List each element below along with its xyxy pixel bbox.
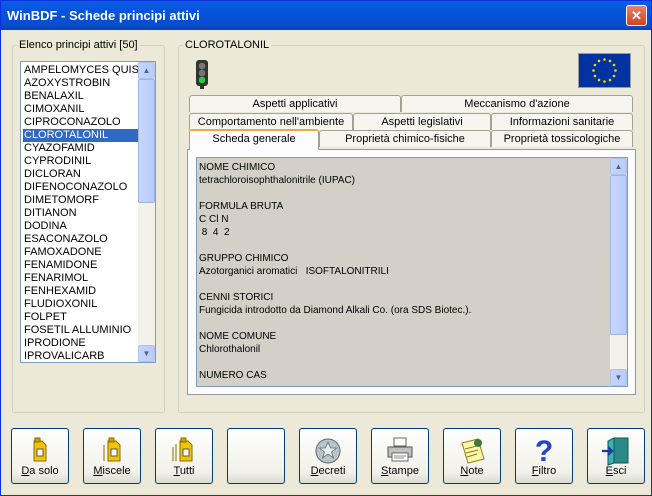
list-item[interactable]: FLUDIOXONIL	[23, 298, 138, 311]
list-item[interactable]: DITIANON	[23, 207, 138, 220]
list-item[interactable]: CYAZOFAMID	[23, 142, 138, 155]
list-group-legend: Elenco principi attivi [50]	[19, 39, 138, 51]
tab-propriet-tossicologiche[interactable]: Proprietà tossicologiche	[491, 130, 633, 147]
close-button[interactable]: ✕	[626, 5, 647, 26]
list-item[interactable]: AMPELOMYCES QUISQ	[23, 64, 138, 77]
scroll-up-button[interactable]: ▲	[138, 62, 155, 79]
list-item[interactable]: CLOROTALONIL	[23, 129, 138, 142]
note-button[interactable]: Note	[443, 428, 501, 484]
tab-propriet-chimico-fisiche[interactable]: Proprietà chimico-fisiche	[319, 130, 491, 147]
list-item[interactable]: FENARIMOL	[23, 272, 138, 285]
list-item[interactable]: DICLORAN	[23, 168, 138, 181]
list-item[interactable]: FOLPET	[23, 311, 138, 324]
list-item[interactable]: CIPROCONAZOLO	[23, 116, 138, 129]
active-ingredient-list[interactable]: AMPELOMYCES QUISQ AZOXYSTROBIN BENALAXIL CI…	[20, 61, 156, 363]
list-item[interactable]: IPRODIONE	[23, 337, 138, 350]
info-text: NOME CHIMICO tetrachloroisophthalonitril…	[199, 162, 472, 381]
info-textarea[interactable]: NOME CHIMICO tetrachloroisophthalonitril…	[196, 157, 628, 387]
list-item[interactable]: AZOXYSTROBIN	[23, 77, 138, 90]
list-item[interactable]: DIMETOMORF	[23, 194, 138, 207]
scroll-thumb[interactable]	[138, 79, 155, 203]
list-item[interactable]: CYPRODINIL	[23, 155, 138, 168]
tab-comportamento-nell-ambiente[interactable]: Comportamento nell'ambiente	[189, 113, 353, 130]
miscele-button[interactable]: Miscele	[83, 428, 141, 484]
empty-button[interactable]	[227, 428, 285, 484]
decreti-button[interactable]: Decreti	[299, 428, 357, 484]
list-item[interactable]: FAMOXADONE	[23, 246, 138, 259]
toolbar-button-label: Stampe	[381, 465, 419, 477]
eu-flag-icon	[578, 53, 631, 88]
toolbar-button-label: Miscele	[93, 465, 131, 477]
info-scrollbar[interactable]: ▲ ▼	[610, 158, 627, 386]
tutti-button[interactable]: Tutti	[155, 428, 213, 484]
detail-group-legend: CLOROTALONIL	[185, 39, 270, 51]
app-window: WinBDF - Schede principi attivi ✕ Elenco…	[0, 0, 652, 496]
list-item[interactable]: FOSETIL ALLUMINIO	[23, 324, 138, 337]
tab-informazioni-sanitarie[interactable]: Informazioni sanitarie	[491, 113, 633, 130]
list-item[interactable]: CIMOXANIL	[23, 103, 138, 116]
list-item[interactable]: BENALAXIL	[23, 90, 138, 103]
filtro-button[interactable]: ? Filtro	[515, 428, 573, 484]
list-item[interactable]: ESACONAZOLO	[23, 233, 138, 246]
info-scroll-thumb[interactable]	[610, 175, 627, 335]
window-title: WinBDF - Schede principi attivi	[7, 8, 200, 23]
tab-aspetti-applicativi[interactable]: Aspetti applicativi	[189, 95, 401, 112]
list-item[interactable]: IPROVALICARB	[23, 350, 138, 362]
toolbar-button-label: Decreti	[310, 465, 346, 477]
toolbar-button-label: Filtro	[531, 465, 557, 477]
list-scrollbar[interactable]: ▲ ▼	[138, 62, 155, 362]
toolbar-button-label: Tutti	[173, 465, 195, 477]
esci-button[interactable]: Esci	[587, 428, 645, 484]
stampe-button[interactable]: Stampe	[371, 428, 429, 484]
title-bar[interactable]: WinBDF - Schede principi attivi ✕	[1, 1, 651, 30]
traffic-light-icon	[196, 60, 208, 89]
toolbar-button-label: Esci	[605, 465, 627, 477]
list-item[interactable]: FENAMIDONE	[23, 259, 138, 272]
list-item[interactable]: DODINA	[23, 220, 138, 233]
toolbar-button-label: Da solo	[21, 465, 59, 477]
toolbar-button-label: Note	[460, 465, 484, 477]
list-item[interactable]: FENHEXAMID	[23, 285, 138, 298]
tab-scheda-generale[interactable]: Scheda generale	[189, 129, 319, 150]
da-solo-button[interactable]: Da solo	[11, 428, 69, 484]
tab-meccanismo-d-azione[interactable]: Meccanismo d'azione	[401, 95, 633, 112]
list-item[interactable]: DIFENOCONAZOLO	[23, 181, 138, 194]
bottom-toolbar: Da solo Miscele Tutti Decreti Stampe Note? Fil…	[1, 421, 651, 491]
info-scroll-up-button[interactable]: ▲	[610, 158, 627, 175]
svg-text:?: ?	[535, 435, 553, 467]
tab-aspetti-legislativi[interactable]: Aspetti legislativi	[353, 113, 491, 130]
tab-panel: NOME CHIMICO tetrachloroisophthalonitril…	[187, 149, 636, 395]
info-scroll-down-button[interactable]: ▼	[610, 369, 627, 386]
list-items: AMPELOMYCES QUISQ AZOXYSTROBIN BENALAXIL CI…	[23, 64, 138, 362]
scroll-down-button[interactable]: ▼	[138, 345, 155, 362]
